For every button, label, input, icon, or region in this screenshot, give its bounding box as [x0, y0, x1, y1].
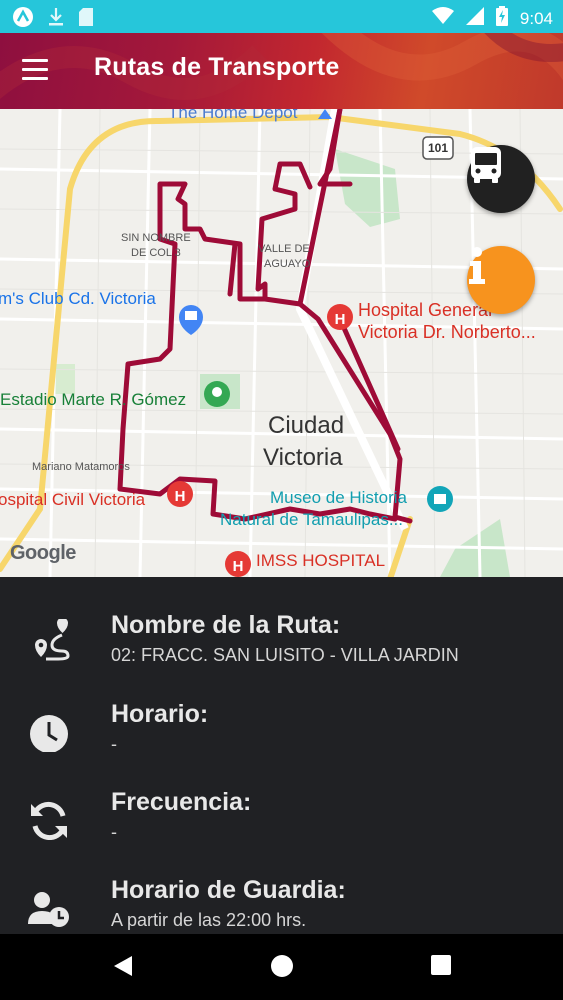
frequency-row: Frecuencia: -: [0, 782, 563, 870]
map-label-museo-2: Natural de Tamaulipas...: [220, 510, 404, 529]
sim-card-icon: [78, 7, 94, 32]
map-label-imss: IMSS HOSPITAL: [256, 551, 386, 570]
map-label-mariano: Mariano Matamoros: [32, 461, 130, 473]
map-label-hospital-civil: ospital Civil Victoria: [0, 490, 146, 509]
map-pin-estadio: [204, 381, 230, 407]
user-clock-icon: [27, 884, 71, 928]
svg-text:H: H: [335, 311, 346, 328]
route-name-value: 02: FRACC. SAN LUISITO - VILLA JARDIN: [111, 645, 459, 665]
sync-icon: [27, 796, 71, 841]
bus-button[interactable]: [467, 145, 535, 213]
map-pin-hospital-civil: H: [167, 481, 193, 507]
map-label-sin-nombre-2: DE COL 3: [131, 247, 181, 259]
status-time: 9:04: [519, 8, 553, 28]
recents-icon[interactable]: [430, 954, 452, 981]
map-label-highway: 101: [428, 141, 449, 155]
status-bar: 9:04: [0, 0, 563, 33]
map-label-valle-1: VALLE DE: [258, 243, 310, 255]
map-label-hospital-general-1: Hospital General: [358, 300, 493, 320]
schedule-row: Horario: -: [0, 694, 563, 782]
route-info-panel: Nombre de la Ruta: 02: FRACC. SAN LUISIT…: [0, 577, 563, 934]
map-pin-sams-club: [179, 305, 203, 335]
route-name-label: Nombre de la Ruta:: [111, 611, 341, 639]
route-name-row: Nombre de la Ruta: 02: FRACC. SAN LUISIT…: [0, 605, 563, 693]
back-icon[interactable]: [112, 954, 134, 983]
map-pin-museo: [427, 486, 453, 512]
home-icon[interactable]: [270, 954, 294, 983]
download-icon: [48, 7, 64, 32]
guard-schedule-value: A partir de las 22:00 hrs.: [111, 910, 307, 930]
map-pin-home-depot: [318, 109, 332, 119]
svg-text:H: H: [233, 558, 244, 575]
signal-icon: [465, 7, 484, 30]
app-icon: [12, 6, 34, 33]
battery-charging-icon: [495, 6, 508, 31]
map-label-sin-nombre-1: SIN NOMBRE: [121, 232, 191, 244]
system-nav-bar: [0, 934, 563, 1000]
info-button[interactable]: [467, 246, 535, 314]
map-label-valle-2: AGUAYO: [264, 258, 311, 270]
guard-schedule-label: Horario de Guardia:: [111, 876, 346, 904]
map-pin-imss: H: [225, 551, 251, 577]
map-label-city-1: Ciudad: [268, 412, 345, 439]
hamburger-menu-icon[interactable]: [22, 59, 48, 81]
app-bar: Rutas de Transporte: [0, 33, 563, 109]
schedule-label: Horario:: [111, 700, 209, 728]
clock-icon: [27, 708, 71, 753]
map-label-estadio: Estadio Marte R. Gómez: [0, 390, 187, 409]
schedule-value: -: [111, 734, 117, 754]
map-label-museo-1: Museo de Historia: [270, 488, 408, 507]
frequency-value: -: [111, 822, 117, 842]
map-label-sams-club: m's Club Cd. Victoria: [0, 289, 156, 308]
map-label-hospital-general-2: Victoria Dr. Norberto...: [358, 322, 536, 342]
map-label-home-depot: The Home Depot: [168, 109, 298, 122]
map-label-city-2: Victoria: [263, 444, 343, 471]
route-icon: [27, 617, 71, 663]
map-pin-hospital-general: H: [327, 304, 353, 330]
svg-text:H: H: [175, 488, 186, 505]
app-title: Rutas de Transporte: [94, 53, 340, 81]
map-view[interactable]: H H H The Home Depot 101 SIN NOMBRE DE C…: [0, 109, 563, 577]
wifi-icon: [431, 7, 454, 30]
google-logo: Google: [10, 542, 76, 564]
frequency-label: Frecuencia:: [111, 788, 252, 816]
park-area: [335, 149, 400, 227]
